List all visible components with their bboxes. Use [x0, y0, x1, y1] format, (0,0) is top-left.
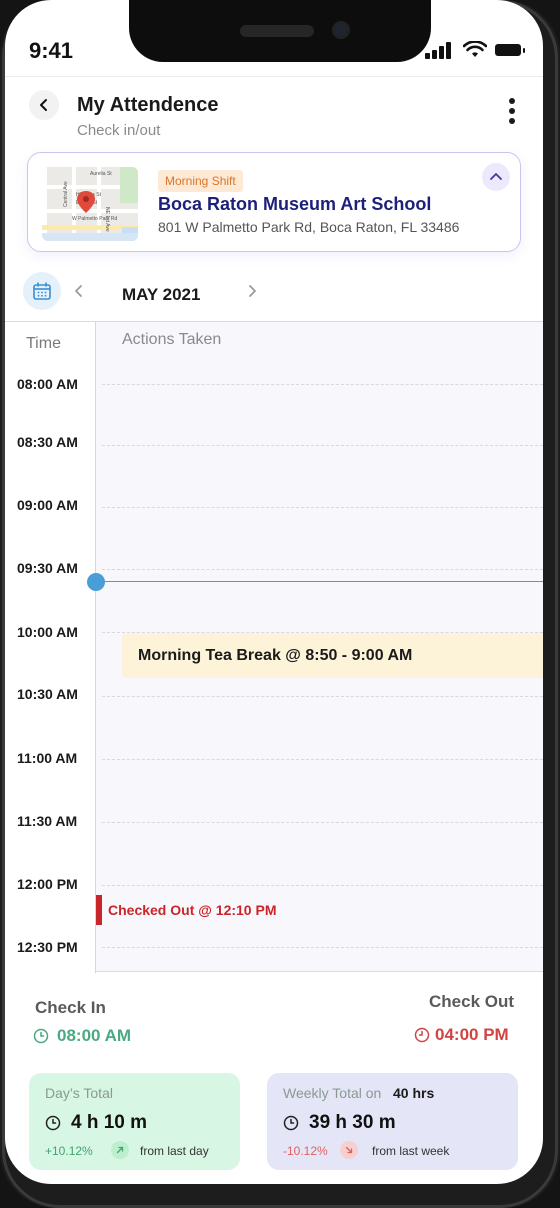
next-month-button[interactable] [246, 283, 258, 304]
phone-frame: 9:41 My Attendence Check in/out Aurelia … [0, 0, 560, 1208]
weekly-total-card[interactable]: Weekly Total on 40 hrs 39 h 30 m -10.12%… [267, 1073, 518, 1170]
app-screen: 9:41 My Attendence Check in/out Aurelia … [5, 0, 543, 1184]
trend-up-icon [111, 1141, 129, 1159]
day-total-change: +10.12% [45, 1144, 93, 1158]
more-options-button[interactable] [505, 96, 521, 126]
weekly-total-change: -10.12% [283, 1144, 328, 1158]
grid-line [102, 885, 543, 886]
check-out-time: 04:00 PM [435, 1025, 509, 1044]
weekly-total-title-text: Weekly Total on [283, 1085, 382, 1101]
attendance-timeline[interactable]: Time 08:00 AM 08:30 AM 09:00 AM 09:30 AM… [5, 321, 543, 973]
chevron-left-icon [40, 99, 47, 111]
map-graphic: Aurelia St Hibiscus St Estella St Centra… [42, 167, 138, 241]
map-street-label: Aurelia St [90, 171, 112, 177]
time-slot-label: 08:30 AM [17, 434, 78, 450]
time-slot-label: 11:30 AM [17, 813, 78, 829]
break-event[interactable]: Morning Tea Break @ 8:50 - 9:00 AM [122, 633, 543, 678]
time-column: Time 08:00 AM 08:30 AM 09:00 AM 09:30 AM… [5, 322, 96, 973]
time-slot-label: 11:00 AM [17, 750, 78, 766]
location-name: Boca Raton Museum Art School [158, 194, 432, 214]
front-camera [332, 21, 350, 39]
shift-badge: Morning Shift [158, 170, 243, 192]
grid-line [102, 384, 543, 385]
previous-month-button[interactable] [73, 283, 85, 304]
weekly-total-title: Weekly Total on 40 hrs [283, 1085, 434, 1101]
calendar-button[interactable] [23, 272, 61, 310]
more-dot-icon [509, 118, 515, 124]
day-total-value: 4 h 10 m [71, 1112, 148, 1133]
check-in-label: Check In [35, 998, 106, 1017]
grid-line [102, 445, 543, 446]
day-total-compare: from last day [140, 1144, 209, 1158]
actions-column-header: Actions Taken [122, 331, 222, 348]
map-street-label: Central Ave [63, 181, 69, 207]
chevron-left-icon [75, 285, 82, 297]
time-slot-label: 10:00 AM [17, 624, 78, 640]
time-slot-label: 12:30 PM [17, 939, 78, 955]
clock-icon [283, 1115, 299, 1131]
speaker-grille [240, 25, 314, 37]
grid-line [102, 822, 543, 823]
location-card[interactable]: Aurelia St Hibiscus St Estella St Centra… [27, 152, 521, 252]
weekly-total-value: 39 h 30 m [309, 1112, 396, 1133]
clock-icon [33, 1028, 49, 1044]
day-total-title: Day’s Total [45, 1085, 113, 1101]
time-slot-label: 10:30 AM [17, 686, 78, 702]
collapse-button[interactable] [482, 163, 510, 191]
time-column-header: Time [26, 335, 61, 352]
clock-icon [414, 1027, 430, 1043]
time-slot-label: 09:00 AM [17, 497, 78, 513]
grid-line [102, 696, 543, 697]
time-slot-label: 09:30 AM [17, 560, 78, 576]
map-street-label: W Palmetto Park Rd [72, 216, 118, 222]
current-time-line [96, 581, 543, 582]
check-in-time: 08:00 AM [57, 1026, 132, 1045]
map-thumbnail[interactable]: Aurelia St Hibiscus St Estella St Centra… [42, 167, 138, 241]
chevron-up-icon [490, 173, 502, 180]
grid-line [102, 947, 543, 948]
checkout-event-label[interactable]: Checked Out @ 12:10 PM [108, 902, 276, 918]
more-dot-icon [509, 108, 515, 114]
calendar-icon [33, 282, 51, 300]
current-time-dot [87, 573, 105, 591]
check-out-label: Check Out [429, 992, 515, 1011]
time-slot-label: 08:00 AM [17, 376, 78, 392]
chevron-right-icon [249, 285, 256, 297]
status-time: 9:41 [29, 38, 74, 63]
trend-down-icon [340, 1141, 358, 1159]
status-icons [425, 41, 525, 59]
grid-line [102, 759, 543, 760]
weekly-total-compare: from last week [372, 1144, 450, 1158]
grid-line [102, 507, 543, 508]
month-label: MAY 2021 [122, 285, 201, 304]
header-divider [5, 76, 543, 77]
weekly-total-target: 40 hrs [393, 1085, 435, 1101]
location-address: 801 W Palmetto Park Rd, Boca Raton, FL 3… [158, 219, 460, 235]
break-event-label: Morning Tea Break @ 8:50 - 9:00 AM [138, 647, 413, 664]
clock-icon [45, 1115, 61, 1131]
back-button[interactable] [29, 90, 59, 120]
more-dot-icon [509, 98, 515, 104]
page-subtitle: Check in/out [77, 122, 161, 139]
grid-line [102, 569, 543, 570]
day-total-card[interactable]: Day’s Total 4 h 10 m +10.12% from last d… [29, 1073, 240, 1170]
device-notch [129, 0, 431, 62]
wifi-icon [463, 41, 487, 57]
checkout-marker [96, 895, 102, 925]
time-slot-label: 12:00 PM [17, 876, 78, 892]
page-title: My Attendence [77, 94, 219, 116]
battery-icon [495, 44, 525, 56]
